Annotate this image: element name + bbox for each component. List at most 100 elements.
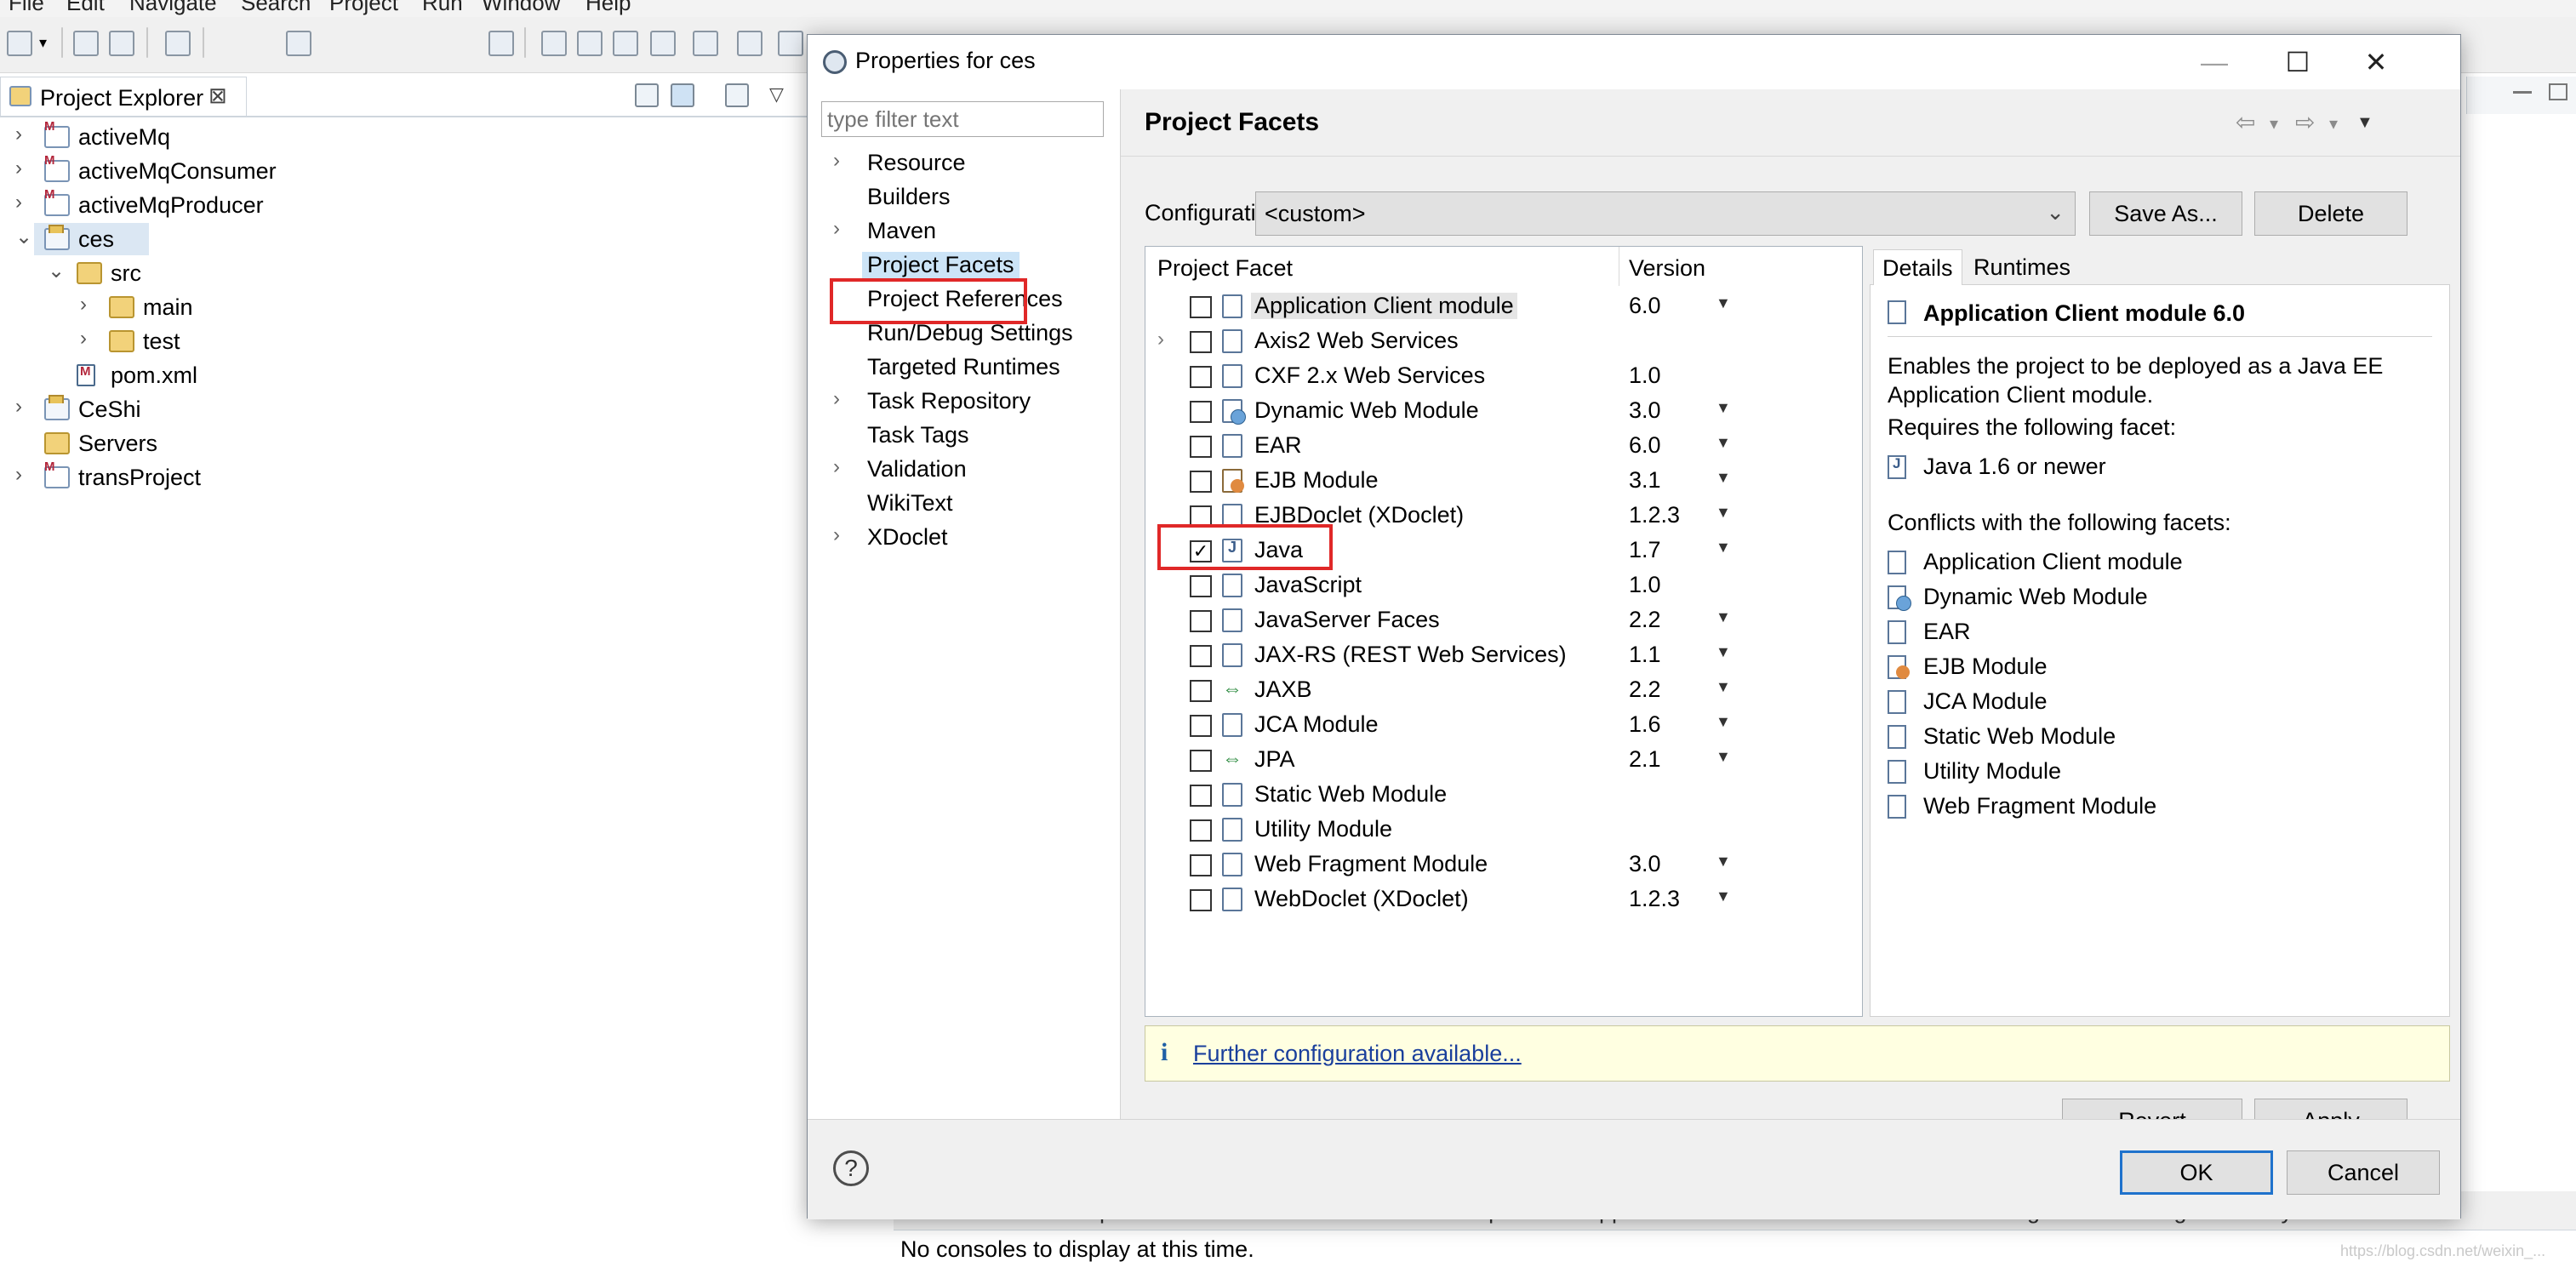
step-return-icon[interactable] bbox=[778, 31, 803, 56]
version-dropdown-icon[interactable]: ▼ bbox=[1716, 643, 1731, 661]
version-dropdown-icon[interactable]: ▼ bbox=[1716, 504, 1731, 522]
facet-checkbox[interactable] bbox=[1190, 436, 1212, 458]
nav-item[interactable]: › Validation bbox=[808, 454, 1121, 486]
nav-item[interactable]: › XDoclet bbox=[808, 522, 1121, 554]
facet-checkbox[interactable] bbox=[1190, 401, 1212, 423]
facet-row[interactable]: ⇔ JAXB 2.2 ▼ bbox=[1145, 673, 1862, 707]
nav-item[interactable]: Project Facets bbox=[808, 249, 1121, 282]
chevron-down-icon[interactable]: ⌄ bbox=[15, 225, 32, 249]
nav-item[interactable]: WikiText bbox=[808, 488, 1121, 520]
chevron-right-icon[interactable]: › bbox=[833, 149, 840, 173]
facet-row[interactable]: EJB Module 3.1 ▼ bbox=[1145, 464, 1862, 498]
facet-checkbox[interactable] bbox=[1190, 575, 1212, 597]
facet-row[interactable]: JCA Module 1.6 ▼ bbox=[1145, 708, 1862, 742]
nav-item[interactable]: Targeted Runtimes bbox=[808, 351, 1121, 384]
tree-item[interactable]: › activeMq bbox=[0, 119, 511, 153]
view-menu-icon[interactable]: ▽ bbox=[769, 83, 793, 107]
menu-item[interactable]: Project bbox=[329, 0, 398, 16]
disconnect-icon[interactable] bbox=[650, 31, 676, 56]
facet-checkbox[interactable] bbox=[1190, 750, 1212, 772]
chevron-right-icon[interactable]: › bbox=[833, 217, 840, 241]
menu-item[interactable]: File bbox=[9, 0, 44, 16]
nav-item[interactable]: › Resource bbox=[808, 147, 1121, 180]
tree-item[interactable]: ⌄ ces bbox=[15, 223, 149, 255]
facet-row[interactable]: ✓ Java 1.7 ▼ bbox=[1145, 534, 1862, 568]
close-button[interactable]: ✕ bbox=[2338, 38, 2414, 86]
facet-row[interactable]: Utility Module bbox=[1145, 813, 1862, 847]
version-dropdown-icon[interactable]: ▼ bbox=[1716, 713, 1731, 731]
version-dropdown-icon[interactable]: ▼ bbox=[1716, 608, 1731, 626]
tree-item[interactable]: › test bbox=[0, 325, 511, 357]
suspend-icon[interactable] bbox=[577, 31, 603, 56]
tab-runtimes[interactable]: Runtimes bbox=[1965, 249, 2079, 285]
tree-item[interactable]: pom.xml bbox=[0, 359, 511, 391]
terminal-icon[interactable] bbox=[286, 31, 311, 56]
chevron-right-icon[interactable]: › bbox=[15, 191, 32, 214]
nav-item[interactable]: › Maven bbox=[808, 215, 1121, 248]
facet-row[interactable]: EJBDoclet (XDoclet) 1.2.3 ▼ bbox=[1145, 499, 1862, 533]
facet-checkbox[interactable] bbox=[1190, 680, 1212, 702]
maximize-button[interactable]: ☐ bbox=[2259, 38, 2336, 86]
further-configuration-link[interactable]: Further configuration available... bbox=[1193, 1041, 1522, 1067]
help-icon[interactable]: ? bbox=[833, 1150, 869, 1186]
facet-row[interactable]: JAX-RS (REST Web Services) 1.1 ▼ bbox=[1145, 638, 1862, 672]
facet-version[interactable]: 1.1 bbox=[1629, 642, 1661, 668]
facet-checkbox[interactable] bbox=[1190, 645, 1212, 667]
facet-row[interactable]: ⇔ JPA 2.1 ▼ bbox=[1145, 743, 1862, 777]
version-dropdown-icon[interactable]: ▼ bbox=[1716, 678, 1731, 696]
save-all-icon[interactable] bbox=[109, 31, 134, 56]
configuration-select[interactable]: <custom> ⌄ bbox=[1255, 191, 2076, 236]
facet-checkbox[interactable] bbox=[1190, 505, 1212, 528]
chevron-right-icon[interactable]: › bbox=[80, 327, 97, 351]
nav-item[interactable]: Run/Debug Settings bbox=[808, 317, 1121, 350]
new-icon[interactable] bbox=[7, 31, 32, 56]
facet-checkbox[interactable] bbox=[1190, 331, 1212, 353]
chevron-right-icon[interactable]: › bbox=[80, 293, 97, 317]
menu-item[interactable]: Help bbox=[585, 0, 631, 16]
link-with-editor-icon[interactable] bbox=[671, 83, 694, 107]
step-into-icon[interactable] bbox=[693, 31, 718, 56]
new-dropdown-icon[interactable]: ▾ bbox=[39, 34, 53, 60]
chevron-right-icon[interactable]: › bbox=[15, 463, 32, 487]
facet-version[interactable]: 1.0 bbox=[1629, 362, 1661, 389]
filter-icon[interactable] bbox=[725, 83, 749, 107]
facet-checkbox[interactable] bbox=[1190, 785, 1212, 807]
delete-button[interactable]: Delete bbox=[2254, 191, 2408, 236]
facet-version[interactable]: 3.0 bbox=[1629, 397, 1661, 424]
chevron-right-icon[interactable]: › bbox=[15, 123, 32, 146]
facet-checkbox[interactable] bbox=[1190, 296, 1212, 318]
dialog-title-bar[interactable]: Properties for ces — ☐ ✕ bbox=[808, 35, 2460, 89]
tab-details[interactable]: Details bbox=[1873, 249, 1962, 285]
facet-checkbox[interactable] bbox=[1190, 819, 1212, 842]
collapse-all-icon[interactable] bbox=[635, 83, 659, 107]
menu-item[interactable]: Navigate bbox=[129, 0, 217, 16]
facet-row[interactable]: Application Client module 6.0 ▼ bbox=[1145, 289, 1862, 323]
minimize-button[interactable]: — bbox=[2176, 38, 2253, 86]
facet-checkbox[interactable] bbox=[1190, 854, 1212, 876]
menu-item[interactable]: Run bbox=[422, 0, 463, 16]
menu-item[interactable]: Search bbox=[241, 0, 311, 16]
facet-version[interactable]: 2.2 bbox=[1629, 607, 1661, 633]
cancel-button[interactable]: Cancel bbox=[2287, 1150, 2440, 1195]
terminate-icon[interactable] bbox=[613, 31, 638, 56]
chevron-right-icon[interactable]: › bbox=[15, 157, 32, 180]
tree-item[interactable]: › CeShi bbox=[0, 393, 511, 425]
forward-menu-icon[interactable]: ▾ bbox=[2329, 113, 2338, 134]
facet-version[interactable]: 3.0 bbox=[1629, 851, 1661, 877]
facet-row[interactable]: CXF 2.x Web Services 1.0 bbox=[1145, 359, 1862, 393]
facet-version[interactable]: 3.1 bbox=[1629, 467, 1661, 494]
filter-input[interactable] bbox=[821, 101, 1104, 137]
resume-icon[interactable] bbox=[541, 31, 567, 56]
tab-project-explorer[interactable]: Project Explorer ⊠ bbox=[0, 77, 247, 116]
tree-item[interactable]: Servers bbox=[0, 427, 511, 460]
facet-version[interactable]: 1.7 bbox=[1629, 537, 1661, 563]
forward-icon[interactable]: ⇨ bbox=[2295, 108, 2315, 136]
chevron-down-icon[interactable]: ⌄ bbox=[48, 259, 65, 283]
chevron-right-icon[interactable]: › bbox=[1157, 328, 1164, 351]
facet-checkbox[interactable] bbox=[1190, 715, 1212, 737]
tree-item[interactable]: › activeMqConsumer bbox=[0, 153, 511, 187]
nav-item[interactable]: Builders bbox=[808, 181, 1121, 214]
facet-row[interactable]: EAR 6.0 ▼ bbox=[1145, 429, 1862, 463]
skip-breakpoints-icon[interactable] bbox=[488, 31, 514, 56]
binary-icon[interactable] bbox=[165, 31, 191, 56]
